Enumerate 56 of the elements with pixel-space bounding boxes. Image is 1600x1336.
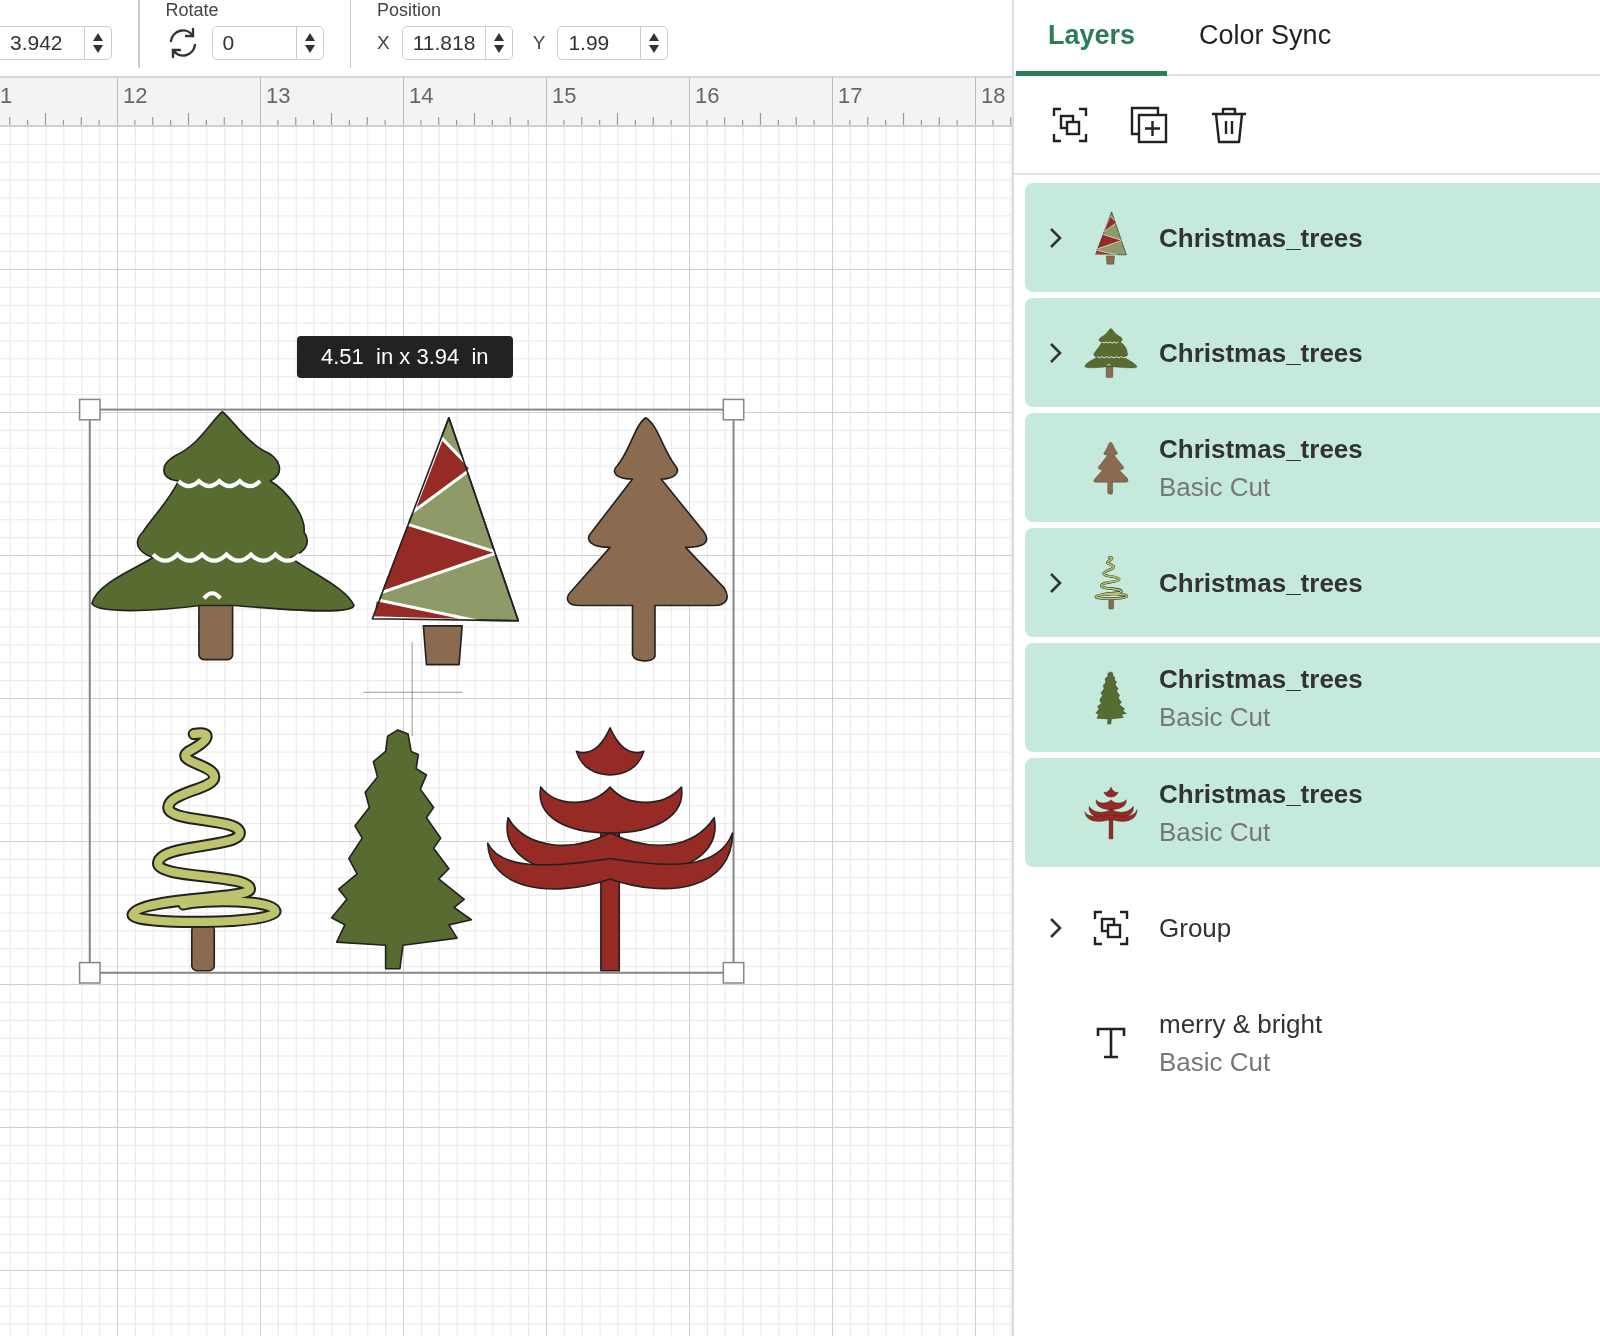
chevron-right-icon[interactable]: [1049, 226, 1063, 249]
duplicate-icon[interactable]: [1130, 105, 1168, 144]
resize-handle[interactable]: [722, 961, 745, 984]
text-icon: [1096, 1026, 1126, 1059]
layer-subtitle: Basic Cut: [1159, 1045, 1272, 1078]
chevron-right-icon[interactable]: [1049, 341, 1063, 364]
layer-name: merry & bright: [1159, 1007, 1323, 1040]
rotate-label: Rotate: [165, 0, 220, 20]
chevron-right-icon[interactable]: [1049, 571, 1063, 594]
ruler-label: 12: [123, 84, 148, 108]
selection-box[interactable]: [88, 408, 735, 974]
ruler-label: 13: [266, 84, 291, 108]
position-label: Position: [377, 0, 443, 20]
x-position-field[interactable]: 11.818: [401, 26, 513, 60]
y-position-field[interactable]: 1.99: [557, 26, 669, 60]
layer-row[interactable]: merry & bright Basic Cut: [1025, 988, 1600, 1097]
layer-subtitle: Basic Cut: [1159, 470, 1272, 503]
x-label: X: [377, 32, 390, 54]
resize-handle[interactable]: [722, 398, 745, 421]
ruler-label: 16: [695, 84, 720, 108]
layer-name: Christmas_trees: [1159, 336, 1363, 369]
layer-row[interactable]: Christmas_trees: [1025, 298, 1600, 407]
layer-row[interactable]: Christmas_trees Basic Cut: [1025, 413, 1600, 522]
layer-subtitle: Basic Cut: [1159, 700, 1272, 733]
trash-icon[interactable]: [1210, 105, 1248, 144]
layer-name: Christmas_trees: [1159, 566, 1363, 599]
rotate-field[interactable]: 0: [211, 26, 324, 60]
y-label: Y: [532, 32, 546, 54]
layer-row[interactable]: Christmas_trees Basic Cut: [1025, 758, 1600, 867]
ruler-label: 14: [409, 84, 434, 108]
group-icon[interactable]: [1052, 106, 1088, 143]
resize-handle[interactable]: [78, 961, 101, 984]
layer-name: Group: [1159, 911, 1232, 944]
snowy-tree-icon: [1084, 325, 1138, 380]
ruler-label: 15: [552, 84, 577, 108]
size-field[interactable]: 3.942: [0, 26, 112, 60]
design-canvas[interactable]: 4.51 in x 3.94 in: [0, 126, 1012, 1336]
resize-handle[interactable]: [78, 398, 101, 421]
layer-row[interactable]: Group: [1025, 873, 1600, 982]
branch-tree-icon: [1084, 785, 1138, 840]
layer-name: Christmas_trees: [1159, 777, 1363, 810]
layer-row[interactable]: Christmas_trees: [1025, 528, 1600, 637]
chevron-right-icon[interactable]: [1049, 916, 1063, 939]
ruler-label: 17: [838, 84, 863, 108]
size-tooltip: 4.51 in x 3.94 in: [297, 336, 513, 378]
layer-name: Christmas_trees: [1159, 662, 1363, 695]
layer-row[interactable]: Christmas_trees: [1025, 183, 1600, 292]
ruler-label: 18: [981, 84, 1006, 108]
panel-tab[interactable]: Layers: [1016, 0, 1168, 76]
ruler-label: 1: [0, 84, 13, 108]
panel-tab[interactable]: Color Sync: [1167, 0, 1364, 76]
layer-name: Christmas_trees: [1159, 432, 1363, 465]
layer-subtitle: Basic Cut: [1159, 815, 1272, 848]
layer-name: Christmas_trees: [1159, 221, 1363, 254]
layer-row[interactable]: Christmas_trees Basic Cut: [1025, 643, 1600, 752]
group-layer-icon: [1093, 909, 1129, 946]
